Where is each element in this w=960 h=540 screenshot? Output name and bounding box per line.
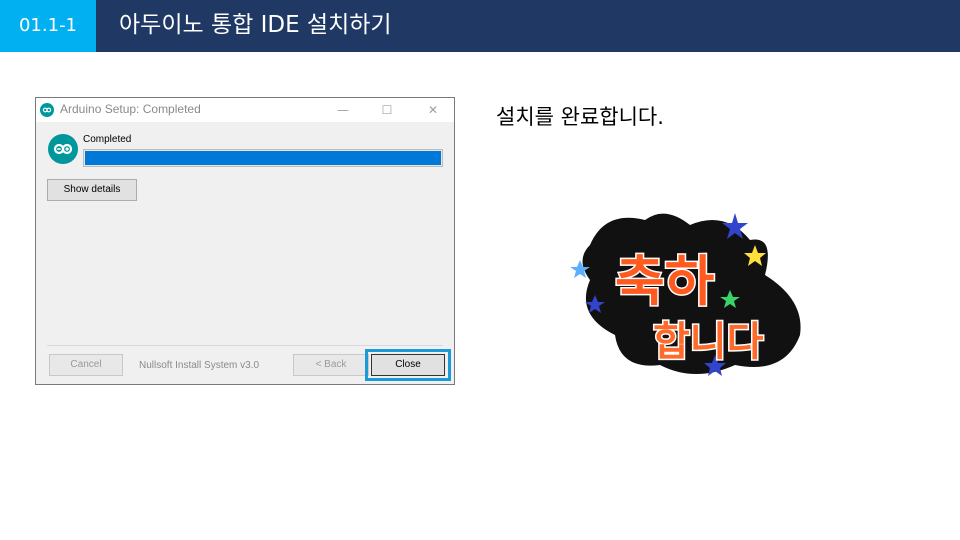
minimize-button[interactable]: — [328,100,358,120]
close-window-button[interactable]: ✕ [418,100,448,120]
instruction-text: 설치를 완료합니다. [496,105,664,129]
congrats-line-1: 축하 [615,250,715,313]
slide-title: 아두이노 통합 IDE 설치하기 [119,12,392,38]
arduino-logo-icon [48,134,78,164]
arduino-logo-icon [40,103,54,117]
dialog-title: Arduino Setup: Completed [60,102,201,116]
show-details-button[interactable]: Show details [47,179,137,201]
back-button[interactable]: < Back [293,354,369,376]
slide-header: 01.1-1 아두이노 통합 IDE 설치하기 [0,0,960,52]
footer-divider [47,345,443,346]
install-status-label: Completed [83,134,132,145]
cancel-button[interactable]: Cancel [49,354,123,376]
dialog-titlebar[interactable]: Arduino Setup: Completed — ☐ ✕ [36,98,454,122]
congrats-line-2: 합니다 [653,319,764,365]
installer-branding-label: Nullsoft Install System v3.0 [139,360,260,371]
install-progress-fill [85,151,441,165]
install-progress-bar [83,149,443,167]
maximize-button[interactable]: ☐ [372,100,402,120]
close-button-highlight [365,349,451,381]
section-number-badge: 01.1-1 [0,0,96,52]
arduino-setup-dialog: Arduino Setup: Completed — ☐ ✕ Completed… [35,97,455,385]
congratulations-image: 축하 합니다 [570,213,801,376]
